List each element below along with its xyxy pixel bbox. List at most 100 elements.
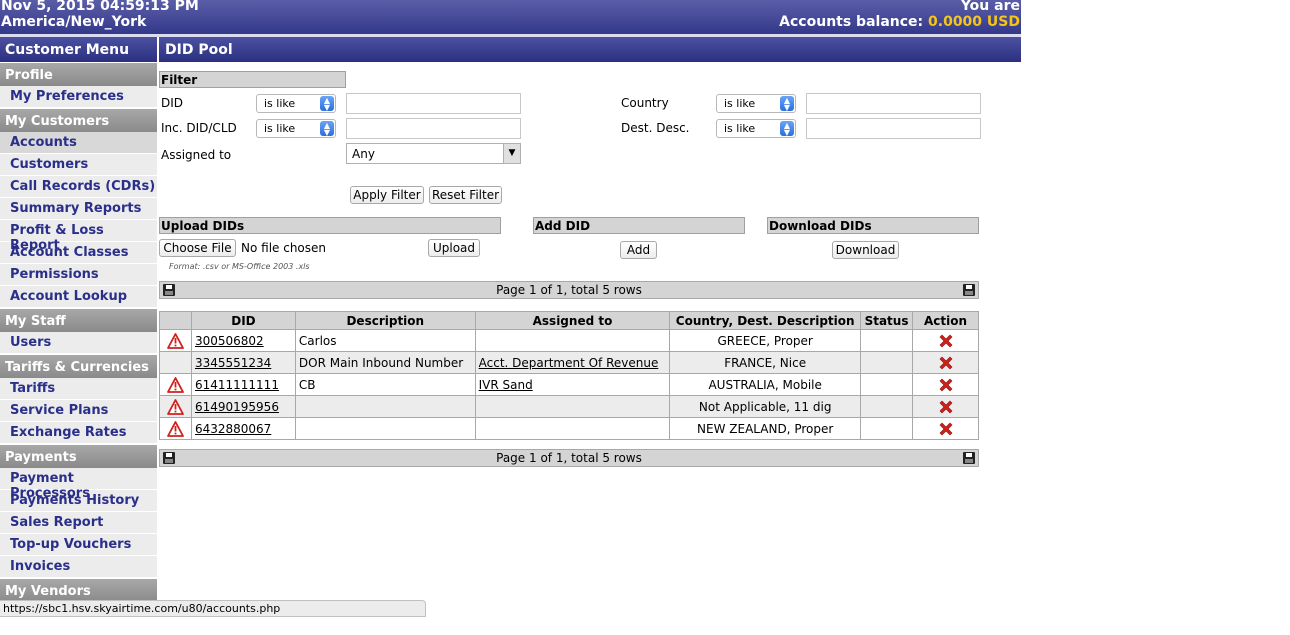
did-link[interactable]: 300506802 <box>195 334 264 348</box>
current-datetime: Nov 5, 2015 04:59:13 PM <box>1 0 199 14</box>
country-cell: GREECE, Proper <box>669 329 862 352</box>
country-label: Country <box>621 96 669 110</box>
sidebar-item-payment-processors[interactable]: Payment Processors <box>0 468 157 501</box>
select-arrows-icon: ▲ ▼ <box>320 96 334 112</box>
sidebar-item-call-records[interactable]: Call Records (CDRs) <box>0 176 157 198</box>
warning-icon <box>167 376 184 393</box>
table-row: 6432880067 NEW ZEALAND, Proper <box>159 417 979 440</box>
save-icon[interactable] <box>163 452 175 464</box>
select-arrows-icon: ▲ ▼ <box>780 96 794 112</box>
country-operator-select[interactable]: is like ▲ ▼ <box>716 94 796 113</box>
sidebar-item-invoices[interactable]: Invoices <box>0 556 157 578</box>
delete-icon[interactable] <box>938 421 954 437</box>
sidebar-item-my-preferences[interactable]: My Preferences <box>0 86 157 108</box>
sidebar-item-summary-reports[interactable]: Summary Reports <box>0 198 157 220</box>
status-cell <box>860 373 913 396</box>
did-link[interactable]: 61411111111 <box>195 378 279 392</box>
column-description: Description <box>294 311 476 330</box>
column-warning <box>159 311 192 330</box>
sidebar-item-tariffs[interactable]: Tariffs <box>0 378 157 400</box>
assigned-to-cell <box>474 395 671 418</box>
inc-did-cld-input[interactable] <box>346 118 521 139</box>
sidebar-item-account-lookup[interactable]: Account Lookup <box>0 286 157 308</box>
action-cell <box>912 373 979 396</box>
action-cell <box>912 329 979 352</box>
sidebar-item-service-plans[interactable]: Service Plans <box>0 400 157 422</box>
sidebar-item-customers[interactable]: Customers <box>0 154 157 176</box>
warning-cell <box>159 395 192 418</box>
warning-icon <box>167 332 184 349</box>
did-cell: 6432880067 <box>190 417 296 440</box>
did-link[interactable]: 61490195956 <box>195 400 279 414</box>
sidebar-item-accounts[interactable]: Accounts <box>0 132 157 154</box>
add-did-button[interactable]: Add <box>620 241 657 259</box>
assigned-to-select[interactable]: Any ▼ <box>346 143 521 164</box>
save-icon[interactable] <box>963 452 975 464</box>
did-link[interactable]: 3345551234 <box>195 356 271 370</box>
sidebar-item-account-classes[interactable]: Account Classes <box>0 242 157 264</box>
add-did-heading: Add DID <box>533 217 745 234</box>
save-icon[interactable] <box>963 284 975 296</box>
dest-desc-input[interactable] <box>806 118 981 139</box>
page-title: DID Pool <box>159 37 1021 62</box>
upload-format-hint: Format: .csv or MS-Office 2003 .xls <box>169 262 310 271</box>
delete-icon[interactable] <box>938 377 954 393</box>
select-arrows-icon: ▲ ▼ <box>780 121 794 137</box>
you-are-label: You are <box>960 0 1020 14</box>
select-arrows-icon: ▲ ▼ <box>320 121 334 137</box>
column-did: DID <box>190 311 296 330</box>
upload-button[interactable]: Upload <box>428 239 480 257</box>
assigned-to-value: Any <box>352 147 375 161</box>
warning-cell <box>159 417 192 440</box>
country-cell: NEW ZEALAND, Proper <box>669 417 862 440</box>
sidebar-item-permissions[interactable]: Permissions <box>0 264 157 286</box>
assigned-to-cell: IVR Sand <box>474 373 671 396</box>
table-row: 61411111111 CB IVR Sand AUSTRALIA, Mobil… <box>159 373 979 396</box>
did-link[interactable]: 6432880067 <box>195 422 271 436</box>
sidebar-section-profile[interactable]: Profile <box>0 62 157 86</box>
sidebar-item-payments-history[interactable]: Payments History <box>0 490 157 512</box>
did-cell: 61411111111 <box>190 373 296 396</box>
column-assigned-to: Assigned to <box>474 311 671 330</box>
sidebar-item-sales-report[interactable]: Sales Report <box>0 512 157 534</box>
did-label: DID <box>161 96 184 110</box>
did-operator-select[interactable]: is like ▲ ▼ <box>256 94 336 113</box>
delete-icon[interactable] <box>938 355 954 371</box>
sidebar-item-top-up-vouchers[interactable]: Top-up Vouchers <box>0 534 157 556</box>
inc-did-cld-operator-select[interactable]: is like ▲ ▼ <box>256 119 336 138</box>
apply-filter-button[interactable]: Apply Filter <box>350 186 424 204</box>
warning-icon <box>167 420 184 437</box>
pager-bottom: Page 1 of 1, total 5 rows <box>159 449 979 467</box>
filter-heading: Filter <box>159 71 346 88</box>
table-row: 300506802 Carlos GREECE, Proper <box>159 329 979 352</box>
inc-did-cld-operator-value: is like <box>264 122 296 135</box>
sidebar-section-my-customers[interactable]: My Customers <box>0 108 157 132</box>
assigned-to-cell: Acct. Department Of Revenue <box>474 351 671 374</box>
sidebar-item-profit-loss-report[interactable]: Profit & Loss Report <box>0 220 157 253</box>
choose-file-button[interactable]: Choose File <box>159 239 236 257</box>
assigned-to-link[interactable]: IVR Sand <box>479 378 533 392</box>
sidebar-section-payments[interactable]: Payments <box>0 444 157 468</box>
dest-desc-operator-select[interactable]: is like ▲ ▼ <box>716 119 796 138</box>
assigned-to-cell <box>474 329 671 352</box>
delete-icon[interactable] <box>938 399 954 415</box>
country-input[interactable] <box>806 93 981 114</box>
warning-cell <box>159 351 192 374</box>
delete-icon[interactable] <box>938 333 954 349</box>
did-input[interactable] <box>346 93 521 114</box>
sidebar-item-exchange-rates[interactable]: Exchange Rates <box>0 422 157 444</box>
status-cell <box>860 329 913 352</box>
sidebar-section-my-staff[interactable]: My Staff <box>0 308 157 332</box>
reset-filter-button[interactable]: Reset Filter <box>429 186 502 204</box>
description-cell <box>294 395 476 418</box>
download-button[interactable]: Download <box>832 241 899 259</box>
no-file-chosen-text: No file chosen <box>241 241 327 255</box>
sidebar-item-users[interactable]: Users <box>0 332 157 354</box>
save-icon[interactable] <box>163 284 175 296</box>
assigned-to-link[interactable]: Acct. Department Of Revenue <box>479 356 659 370</box>
sidebar-section-tariffs-currencies[interactable]: Tariffs & Currencies <box>0 354 157 378</box>
warning-cell <box>159 373 192 396</box>
country-operator-value: is like <box>724 97 756 110</box>
action-cell <box>912 351 979 374</box>
sidebar-section-my-vendors[interactable]: My Vendors <box>0 578 157 602</box>
